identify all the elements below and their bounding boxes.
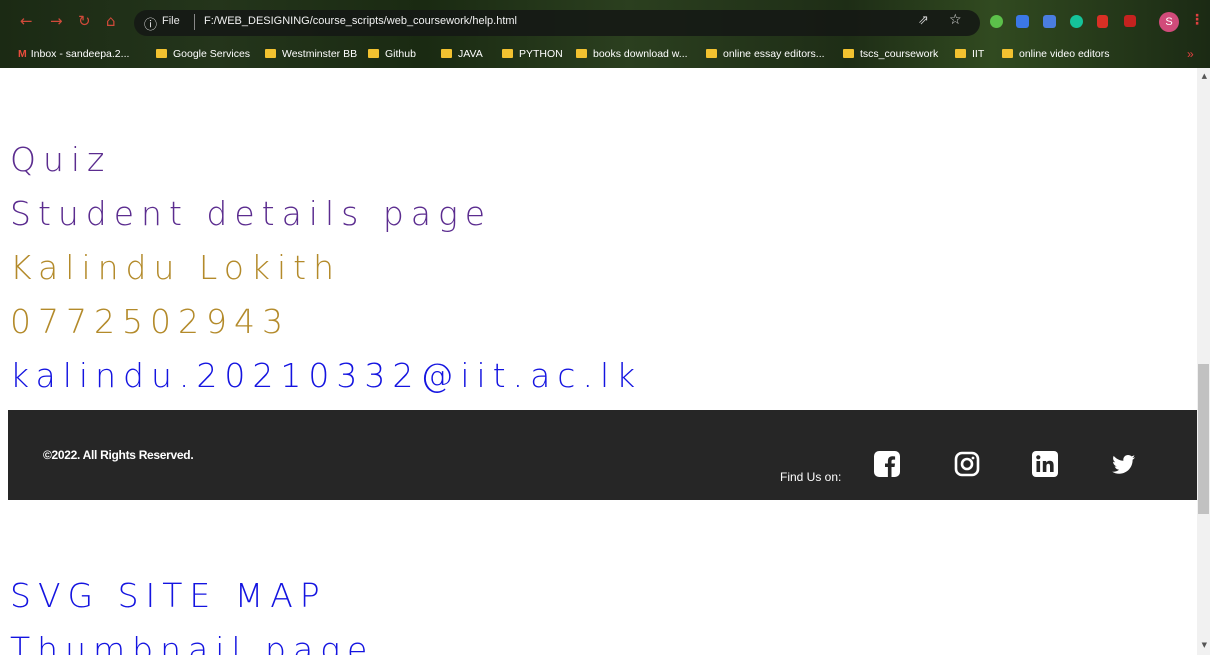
folder-icon xyxy=(955,49,966,58)
browser-menu-icon[interactable]: ⋮ xyxy=(1190,12,1204,28)
bookmark-label: Google Services xyxy=(173,48,251,60)
folder-icon xyxy=(843,49,854,58)
page-content: Quiz Student details page Kalindu Lokith… xyxy=(0,68,1197,655)
bookmark-item[interactable]: PYTHON xyxy=(502,48,563,60)
folder-icon xyxy=(576,49,587,58)
back-arrow-icon[interactable]: ← xyxy=(20,12,33,30)
reload-icon[interactable]: ↻ xyxy=(78,12,91,30)
twitter-icon[interactable] xyxy=(1111,451,1137,477)
bookmark-label: books download w... xyxy=(593,48,688,60)
bookmarks-overflow-icon[interactable]: » xyxy=(1187,47,1194,61)
student-details-link[interactable]: Student details page xyxy=(10,194,492,234)
student-phone: 0772502943 xyxy=(10,302,290,341)
bookmark-item[interactable]: online video editors xyxy=(1002,48,1109,60)
home-icon[interactable]: ⌂ xyxy=(106,12,116,30)
gmail-icon: M xyxy=(18,48,27,60)
profile-avatar[interactable]: S xyxy=(1159,12,1179,32)
extension-meet-icon[interactable] xyxy=(1016,15,1029,28)
site-info-icon[interactable]: ⓘ xyxy=(144,14,157,33)
folder-icon xyxy=(265,49,276,58)
forward-arrow-icon[interactable]: → xyxy=(50,12,63,30)
bookmark-item[interactable]: JAVA xyxy=(441,48,483,60)
folder-icon xyxy=(706,49,717,58)
folder-icon xyxy=(502,49,513,58)
bookmark-label: PYTHON xyxy=(519,48,563,60)
student-email-link[interactable]: kalindu.20210332@iit.ac.lk xyxy=(10,356,642,396)
extension-profile-icon[interactable] xyxy=(1043,15,1056,28)
grammarly-icon[interactable] xyxy=(1070,15,1083,28)
bookmark-item[interactable]: Westminster BB xyxy=(265,48,357,60)
copyright-text: ©2022. All Rights Reserved. xyxy=(43,448,194,462)
folder-icon xyxy=(1002,49,1013,58)
scrollbar-thumb[interactable] xyxy=(1198,364,1209,514)
svg-site-map-link[interactable]: SVG SITE MAP xyxy=(10,576,327,616)
bookmark-label: online video editors xyxy=(1019,48,1110,60)
find-us-label: Find Us on: xyxy=(780,470,842,484)
bookmark-item[interactable]: online essay editors... xyxy=(706,48,825,60)
scheme-label: File xyxy=(162,15,180,27)
linkedin-icon[interactable] xyxy=(1032,451,1058,477)
footer: ©2022. All Rights Reserved. Find Us on: xyxy=(8,410,1197,500)
bookmark-label: Github xyxy=(385,48,416,60)
instagram-icon[interactable] xyxy=(954,451,980,477)
toolbar: ← → ↻ ⌂ ⓘ File F:/WEB_DESIGNING/course_s… xyxy=(0,0,1210,44)
browser-chrome: ← → ↻ ⌂ ⓘ File F:/WEB_DESIGNING/course_s… xyxy=(0,0,1210,68)
folder-icon xyxy=(368,49,379,58)
address-separator xyxy=(194,14,195,30)
scroll-up-arrow-icon[interactable]: ▲ xyxy=(1202,72,1207,80)
bookmark-star-icon[interactable]: ☆ xyxy=(949,12,962,28)
folder-icon xyxy=(156,49,167,58)
bookmark-label: IIT xyxy=(972,48,985,60)
scroll-down-arrow-icon[interactable]: ▼ xyxy=(1202,641,1207,649)
url-text[interactable]: F:/WEB_DESIGNING/course_scripts/web_cour… xyxy=(204,15,517,27)
address-bar[interactable]: ⓘ File F:/WEB_DESIGNING/course_scripts/w… xyxy=(134,10,980,36)
bookmark-label: Inbox - sandeepa.2... xyxy=(30,48,130,60)
bookmark-item[interactable]: books download w... xyxy=(576,48,688,60)
page-scrollbar[interactable] xyxy=(1197,68,1210,655)
extension-check-icon[interactable] xyxy=(990,15,1003,28)
bookmark-item[interactable]: M Inbox - sandeepa.2... xyxy=(18,48,129,60)
bookmark-label: online essay editors... xyxy=(723,48,825,60)
quiz-link[interactable]: Quiz xyxy=(10,140,111,180)
extension-pin-icon[interactable] xyxy=(1097,15,1108,28)
bookmarks-bar: M Inbox - sandeepa.2... Google Services W… xyxy=(0,44,1210,66)
extension-box-icon[interactable] xyxy=(1124,15,1136,27)
bookmark-label: JAVA xyxy=(458,48,483,60)
bookmark-label: Westminster BB xyxy=(282,48,358,60)
bookmark-item[interactable]: Github xyxy=(368,48,416,60)
bookmark-label: tscs_coursework xyxy=(860,48,939,60)
bookmark-item[interactable]: Google Services xyxy=(156,48,250,60)
bookmark-item[interactable]: IIT xyxy=(955,48,984,60)
folder-icon xyxy=(441,49,452,58)
student-name: Kalindu Lokith xyxy=(10,248,342,287)
thumbnail-page-link[interactable]: Thumbnail page xyxy=(10,630,374,655)
bookmark-item[interactable]: tscs_coursework xyxy=(843,48,938,60)
facebook-icon[interactable] xyxy=(874,451,900,477)
share-icon[interactable]: ⇗ xyxy=(918,13,929,28)
